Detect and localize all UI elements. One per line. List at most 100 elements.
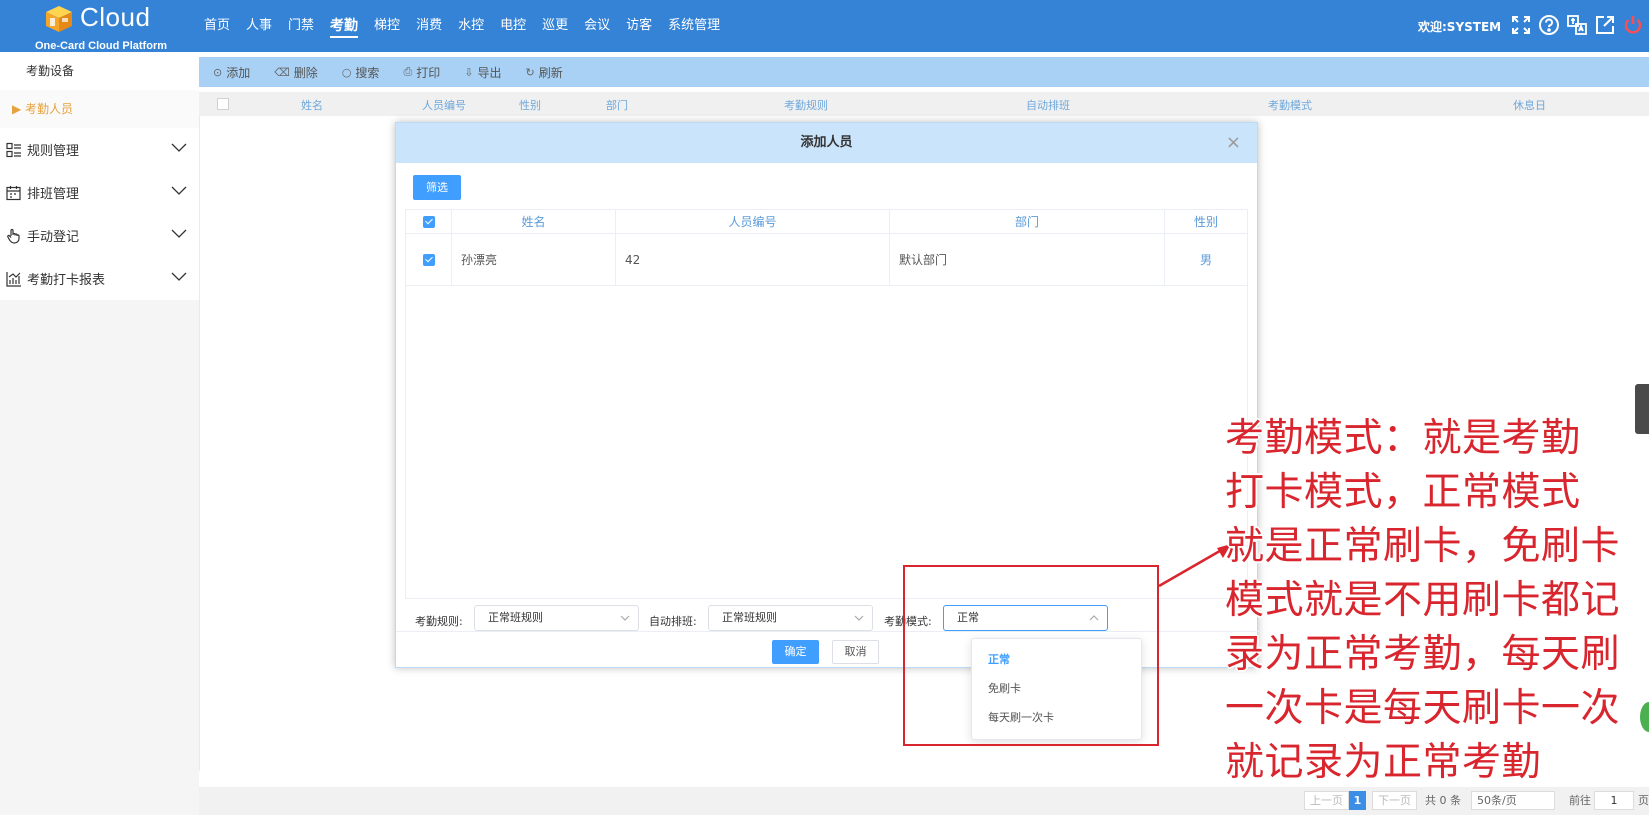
main-nav: 首页 人事 门禁 考勤 梯控 消费 水控 电控 巡更 会议 访客 系统管理 <box>204 0 736 52</box>
sidebar-group-rules[interactable]: 规则管理 <box>0 128 199 171</box>
table-row[interactable]: 孙漂亮 42 默认部门 男 <box>406 234 1247 286</box>
annotation-arrow-icon <box>1158 544 1231 588</box>
sidebar-group-label: 手动登记 <box>27 230 80 245</box>
col-shift[interactable]: 自动排班 <box>1026 97 1070 113</box>
main-table-header: 姓名 人员编号 性别 部门 考勤规则 自动排班 考勤模式 休息日 <box>199 92 1649 116</box>
welcome-text: 欢迎:SYSTEM <box>1418 20 1502 34</box>
add-icon: ⊙ <box>213 65 223 79</box>
nav-water[interactable]: 水控 <box>458 0 484 52</box>
export-label: 导出 <box>477 65 502 80</box>
export-icon: ⇩ <box>464 65 474 79</box>
close-icon[interactable]: × <box>1226 123 1241 163</box>
help-icon[interactable] <box>1538 14 1560 36</box>
hand-icon <box>7 228 20 244</box>
schedule-icon <box>6 185 21 200</box>
col-name[interactable]: 姓名 <box>301 97 323 113</box>
add-button[interactable]: ⊙ 添加 <box>213 64 250 81</box>
row-checkbox-cell <box>406 234 452 285</box>
filter-button[interactable]: 筛选 <box>413 175 461 200</box>
page-size-value: 50条/页 <box>1477 794 1517 807</box>
sidebar-group-manual[interactable]: 手动登记 <box>0 214 199 257</box>
top-icons <box>1510 14 1644 36</box>
cancel-button[interactable]: 取消 <box>832 640 879 664</box>
chevron-down-icon <box>620 615 630 621</box>
col-rule[interactable]: 考勤规则 <box>784 97 828 113</box>
nav-meeting[interactable]: 会议 <box>584 0 610 52</box>
nav-consume[interactable]: 消费 <box>416 0 442 52</box>
col-id: 人员编号 <box>616 210 890 233</box>
sidebar-group-label: 考勤打卡报表 <box>27 273 106 288</box>
nav-home[interactable]: 首页 <box>204 0 230 52</box>
page-size-select[interactable]: 50条/页 <box>1471 791 1555 810</box>
total-count: 共 0 条 <box>1425 794 1461 807</box>
nav-hr[interactable]: 人事 <box>246 0 272 52</box>
nav-elevator[interactable]: 梯控 <box>374 0 400 52</box>
sidebar-group-label: 排班管理 <box>27 187 80 202</box>
goto-input[interactable]: 1 <box>1594 791 1634 810</box>
col-name: 姓名 <box>452 210 616 233</box>
goto-label: 前往 <box>1569 794 1591 807</box>
next-page-button[interactable]: 下一页 <box>1372 791 1417 810</box>
rule-select[interactable]: 正常班规则 <box>474 605 639 631</box>
confirm-button[interactable]: 确定 <box>772 640 819 664</box>
col-gender: 性别 <box>1193 215 1218 229</box>
trash-icon: ⌫ <box>274 65 290 79</box>
col-gender[interactable]: 性别 <box>519 97 541 113</box>
sidebar-group-report[interactable]: 考勤打卡报表 <box>0 257 199 300</box>
translate-icon[interactable] <box>1566 14 1588 36</box>
nav-system[interactable]: 系统管理 <box>668 0 720 52</box>
delete-label: 删除 <box>293 65 318 80</box>
search-button[interactable]: ○ 搜索 <box>342 64 380 81</box>
fullscreen-icon[interactable] <box>1510 14 1532 36</box>
toolbar: ⊙ 添加 ⌫ 删除 ○ 搜索 ⎙ 打印 ⇩ 导出 ↻ 刷新 <box>199 57 1649 87</box>
logo-subtitle: One-Card Cloud Platform <box>35 40 168 52</box>
col-mode[interactable]: 考勤模式 <box>1268 97 1312 113</box>
print-icon: ⎙ <box>403 65 413 78</box>
shift-select[interactable]: 正常班规则 <box>708 605 873 631</box>
report-icon <box>6 271 21 287</box>
cell-dept: 默认部门 <box>890 234 1165 285</box>
logo-cube-icon <box>46 6 72 32</box>
delete-button[interactable]: ⌫ 删除 <box>274 64 318 81</box>
shift-label: 自动排班: <box>649 615 697 628</box>
pagination: 上一页 1 下一页 共 0 条 50条/页 前往 1 页 <box>199 787 1649 815</box>
sidebar-item-device[interactable]: 考勤设备 <box>0 52 199 90</box>
nav-access[interactable]: 门禁 <box>288 0 314 52</box>
refresh-label: 刷新 <box>538 65 563 80</box>
col-restday[interactable]: 休息日 <box>1513 97 1546 113</box>
print-label: 打印 <box>416 65 441 80</box>
nav-attendance[interactable]: 考勤 <box>330 0 359 52</box>
select-all-checkbox[interactable] <box>217 98 229 110</box>
export-button[interactable]: ⇩ 导出 <box>464 64 501 81</box>
sidebar-item-personnel[interactable]: ▶ 考勤人员 <box>0 90 199 128</box>
nav-patrol[interactable]: 巡更 <box>542 0 568 52</box>
print-button[interactable]: ⎙ 打印 <box>403 64 440 81</box>
logo[interactable]: Cloud One-Card Cloud Platform <box>0 0 190 52</box>
annotation-text: 考勤模式：就是考勤 打卡模式，正常模式 就是正常刷卡，免刷卡 模式就是不用刷卡都… <box>1225 416 1621 785</box>
page-suffix: 页 <box>1638 794 1649 807</box>
nav-visitor[interactable]: 访客 <box>626 0 652 52</box>
col-dept[interactable]: 部门 <box>606 97 628 113</box>
rules-icon <box>6 142 21 157</box>
cell-name: 孙漂亮 <box>452 234 616 285</box>
select-all-checkbox[interactable] <box>422 215 435 228</box>
power-icon[interactable] <box>1622 14 1644 36</box>
logo-text: Cloud <box>80 2 151 32</box>
search-icon: ○ <box>341 65 352 79</box>
chevron-down-icon <box>171 272 187 281</box>
search-label: 搜索 <box>355 65 380 80</box>
prev-page-button[interactable]: 上一页 <box>1304 791 1349 810</box>
row-checkbox[interactable] <box>422 253 435 266</box>
external-link-icon[interactable] <box>1594 14 1616 36</box>
chevron-down-icon <box>854 615 864 621</box>
sidebar-group-schedule[interactable]: 排班管理 <box>0 171 199 214</box>
sidebar-attendance-sub: 考勤设备 ▶ 考勤人员 <box>0 52 199 128</box>
modal-header: 添加人员 × <box>396 123 1257 163</box>
refresh-icon: ↻ <box>525 65 535 79</box>
refresh-button[interactable]: ↻ 刷新 <box>526 64 563 81</box>
header-checkbox-cell <box>406 210 452 233</box>
current-page[interactable]: 1 <box>1349 791 1366 810</box>
shift-value: 正常班规则 <box>722 611 777 624</box>
col-id[interactable]: 人员编号 <box>422 97 466 113</box>
nav-power[interactable]: 电控 <box>500 0 526 52</box>
